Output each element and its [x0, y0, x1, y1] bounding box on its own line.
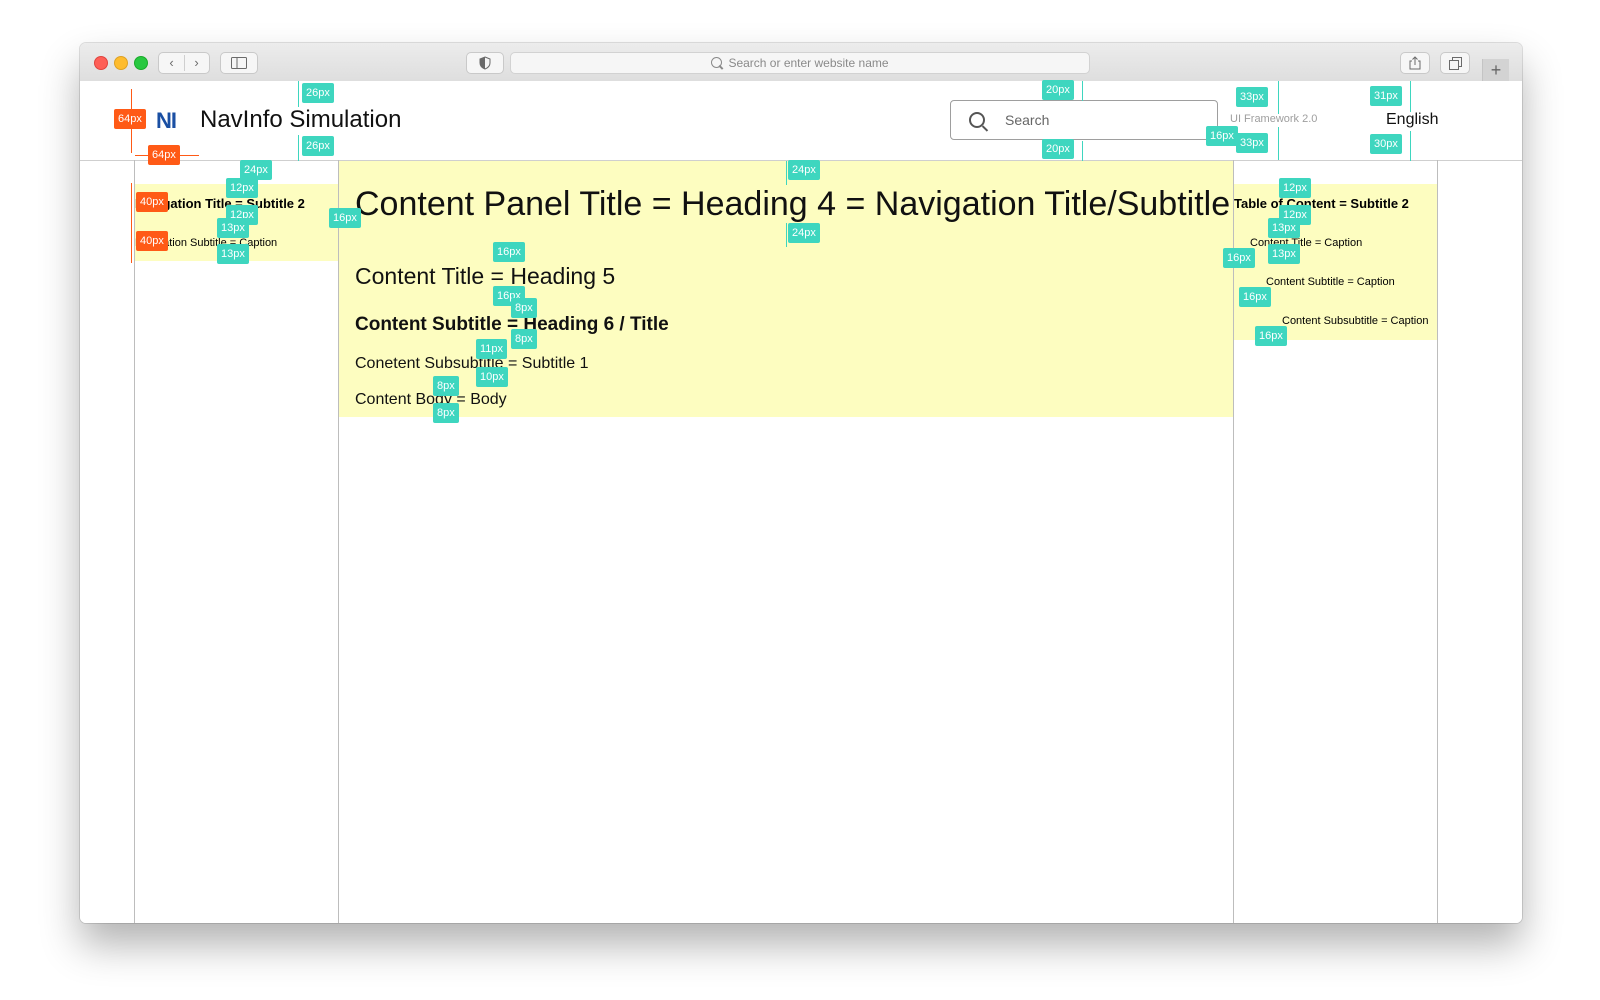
measure-badge: 31px	[1370, 86, 1402, 106]
measure-badge: 24px	[788, 160, 820, 180]
measure-badge: 20px	[1042, 80, 1074, 100]
teal-measure-line	[298, 81, 299, 107]
measure-badge: 8px	[433, 376, 459, 396]
measure-badge: 12px	[1279, 178, 1311, 198]
measure-badge: 16px	[1223, 248, 1255, 268]
measure-badge: 16px	[1239, 287, 1271, 307]
teal-measure-line	[786, 223, 787, 247]
teal-measure-line	[1278, 81, 1279, 114]
teal-measure-line	[298, 135, 299, 161]
measure-badge: 8px	[511, 298, 537, 318]
measure-badge: 33px	[1236, 133, 1268, 153]
measure-badge: 24px	[788, 223, 820, 243]
measure-badge: 8px	[433, 403, 459, 423]
measure-badge: 10px	[476, 367, 508, 387]
measure-badge: 12px	[226, 178, 258, 198]
spacing-annotations: 64px 64px 40px 40px 26px 26px 20px 20px …	[80, 43, 1522, 923]
measure-badge: 16px	[329, 208, 361, 228]
measure-badge: 11px	[476, 339, 508, 359]
measure-badge: 64px	[148, 145, 180, 165]
teal-measure-line	[1410, 131, 1411, 161]
measure-badge: 13px	[217, 244, 249, 264]
measure-badge: 26px	[302, 136, 334, 156]
measure-badge: 26px	[302, 83, 334, 103]
measure-badge: 13px	[1268, 244, 1300, 264]
measure-badge: 16px	[1206, 126, 1238, 146]
measure-badge: 64px	[114, 109, 146, 129]
measure-badge: 16px	[493, 242, 525, 262]
measure-badge: 24px	[240, 160, 272, 180]
measure-badge: 13px	[1268, 218, 1300, 238]
measure-badge: 33px	[1236, 87, 1268, 107]
teal-measure-line	[786, 161, 787, 185]
orange-measure-line	[131, 183, 132, 263]
teal-measure-line	[1082, 81, 1083, 101]
measure-badge: 40px	[136, 192, 168, 212]
measure-badge: 16px	[1255, 326, 1287, 346]
measure-badge: 13px	[217, 218, 249, 238]
measure-badge: 20px	[1042, 139, 1074, 159]
measure-badge: 30px	[1370, 134, 1402, 154]
measure-badge: 40px	[136, 231, 168, 251]
teal-measure-line	[1082, 141, 1083, 161]
measure-badge: 8px	[511, 329, 537, 349]
teal-measure-line	[1278, 127, 1279, 160]
browser-window: ‹ › Search or enter website name + NI Nav…	[80, 43, 1522, 923]
teal-measure-line	[1410, 81, 1411, 112]
